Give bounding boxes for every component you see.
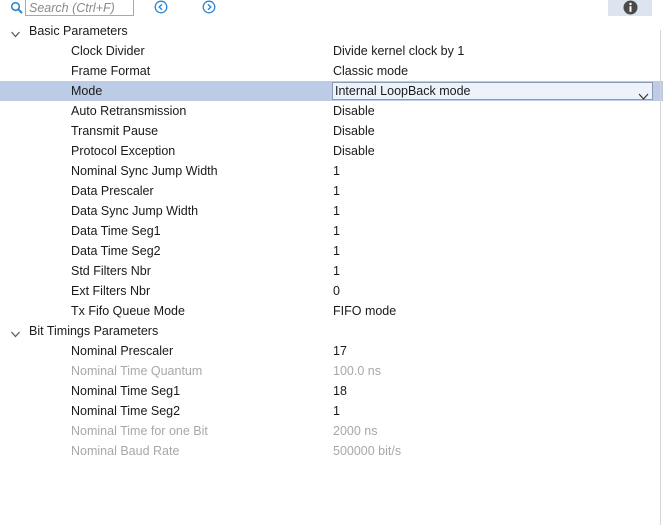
param-row-nominal-sync-jump-width[interactable]: Nominal Sync Jump Width 1: [0, 161, 663, 181]
param-value[interactable]: 1: [333, 241, 340, 261]
param-value: 500000 bit/s: [333, 444, 402, 458]
param-row-nominal-baud-rate: Nominal Baud Rate 500000 bit/s: [0, 441, 663, 461]
param-label: Transmit Pause: [71, 124, 159, 138]
param-value[interactable]: Disable: [333, 101, 375, 121]
param-label: Clock Divider: [71, 44, 145, 58]
param-label: Mode: [71, 84, 103, 98]
section-title: Bit Timings Parameters: [29, 324, 159, 338]
param-row-ext-filters-nbr[interactable]: Ext Filters Nbr 0: [0, 281, 663, 301]
panel-border: [660, 30, 661, 525]
param-value[interactable]: 1: [333, 181, 340, 201]
chevron-down-icon[interactable]: [10, 26, 21, 38]
param-row-protocol-exception[interactable]: Protocol Exception Disable: [0, 141, 663, 161]
param-value[interactable]: Divide kernel clock by 1: [333, 41, 464, 61]
param-label: Data Time Seg1: [71, 224, 161, 238]
previous-result-button[interactable]: [154, 0, 168, 14]
param-row-data-time-seg2[interactable]: Data Time Seg2 1: [0, 241, 663, 261]
param-value[interactable]: 1: [333, 221, 340, 241]
param-row-nominal-prescaler[interactable]: Nominal Prescaler 17: [0, 341, 663, 361]
info-button[interactable]: [608, 0, 652, 16]
toolbar: [0, 0, 663, 20]
param-row-nominal-time-for-one-bit: Nominal Time for one Bit 2000 ns: [0, 421, 663, 441]
param-row-transmit-pause[interactable]: Transmit Pause Disable: [0, 121, 663, 141]
param-value: 2000 ns: [333, 424, 378, 438]
param-row-tx-fifo-queue-mode[interactable]: Tx Fifo Queue Mode FIFO mode: [0, 301, 663, 321]
param-row-std-filters-nbr[interactable]: Std Filters Nbr 1: [0, 261, 663, 281]
param-row-data-prescaler[interactable]: Data Prescaler 1: [0, 181, 663, 201]
param-value[interactable]: Classic mode: [333, 61, 408, 81]
param-row-nominal-time-seg1[interactable]: Nominal Time Seg1 18: [0, 381, 663, 401]
param-value[interactable]: FIFO mode: [333, 301, 396, 321]
param-value[interactable]: 1: [333, 261, 340, 281]
param-value[interactable]: 1: [333, 201, 340, 221]
info-icon: [623, 0, 638, 15]
param-label: Protocol Exception: [71, 144, 176, 158]
param-label: Nominal Time Seg2: [71, 404, 181, 418]
param-row-data-sync-jump-width[interactable]: Data Sync Jump Width 1: [0, 201, 663, 221]
param-label: Data Prescaler: [71, 184, 154, 198]
chevron-down-icon[interactable]: [10, 326, 21, 338]
param-label: Nominal Time Quantum: [71, 364, 203, 378]
param-label: Ext Filters Nbr: [71, 284, 151, 298]
param-row-nominal-time-seg2[interactable]: Nominal Time Seg2 1: [0, 401, 663, 421]
param-label: Nominal Prescaler: [71, 344, 174, 358]
param-row-data-time-seg1[interactable]: Data Time Seg1 1: [0, 221, 663, 241]
next-result-button[interactable]: [202, 0, 216, 14]
chevron-left-icon: [154, 0, 168, 14]
param-label: Nominal Baud Rate: [71, 444, 180, 458]
chevron-right-icon: [202, 0, 216, 14]
param-label: Auto Retransmission: [71, 104, 187, 118]
param-row-auto-retransmission[interactable]: Auto Retransmission Disable: [0, 101, 663, 121]
parameter-tree: Basic Parameters Clock Divider Divide ke…: [0, 21, 663, 461]
param-label: Nominal Time for one Bit: [71, 424, 208, 438]
param-value[interactable]: 1: [333, 161, 340, 181]
param-value[interactable]: 1: [333, 401, 340, 421]
param-label: Frame Format: [71, 64, 151, 78]
param-row-mode[interactable]: Mode Internal LoopBack mode: [0, 81, 663, 101]
param-label: Std Filters Nbr: [71, 264, 151, 278]
param-row-clock-divider[interactable]: Clock Divider Divide kernel clock by 1: [0, 41, 663, 61]
param-value: 100.0 ns: [333, 364, 381, 378]
param-value[interactable]: Disable: [333, 141, 375, 161]
param-label: Data Sync Jump Width: [71, 204, 199, 218]
param-value[interactable]: 18: [333, 381, 347, 401]
section-header-bit-timings-parameters[interactable]: Bit Timings Parameters: [0, 321, 663, 341]
mode-select-value: Internal LoopBack mode: [335, 84, 471, 98]
param-value[interactable]: 0: [333, 281, 340, 301]
param-value[interactable]: Disable: [333, 121, 375, 141]
param-label: Data Time Seg2: [71, 244, 161, 258]
param-label: Nominal Time Seg1: [71, 384, 181, 398]
param-row-frame-format[interactable]: Frame Format Classic mode: [0, 61, 663, 81]
search-icon: [10, 1, 24, 15]
section-header-basic-parameters[interactable]: Basic Parameters: [0, 21, 663, 41]
param-value[interactable]: 17: [333, 341, 347, 361]
param-label: Tx Fifo Queue Mode: [71, 304, 185, 318]
search-input[interactable]: [25, 0, 134, 16]
param-label: Nominal Sync Jump Width: [71, 164, 218, 178]
mode-select[interactable]: Internal LoopBack mode: [332, 82, 653, 100]
section-title: Basic Parameters: [29, 24, 128, 38]
param-row-nominal-time-quantum: Nominal Time Quantum 100.0 ns: [0, 361, 663, 381]
